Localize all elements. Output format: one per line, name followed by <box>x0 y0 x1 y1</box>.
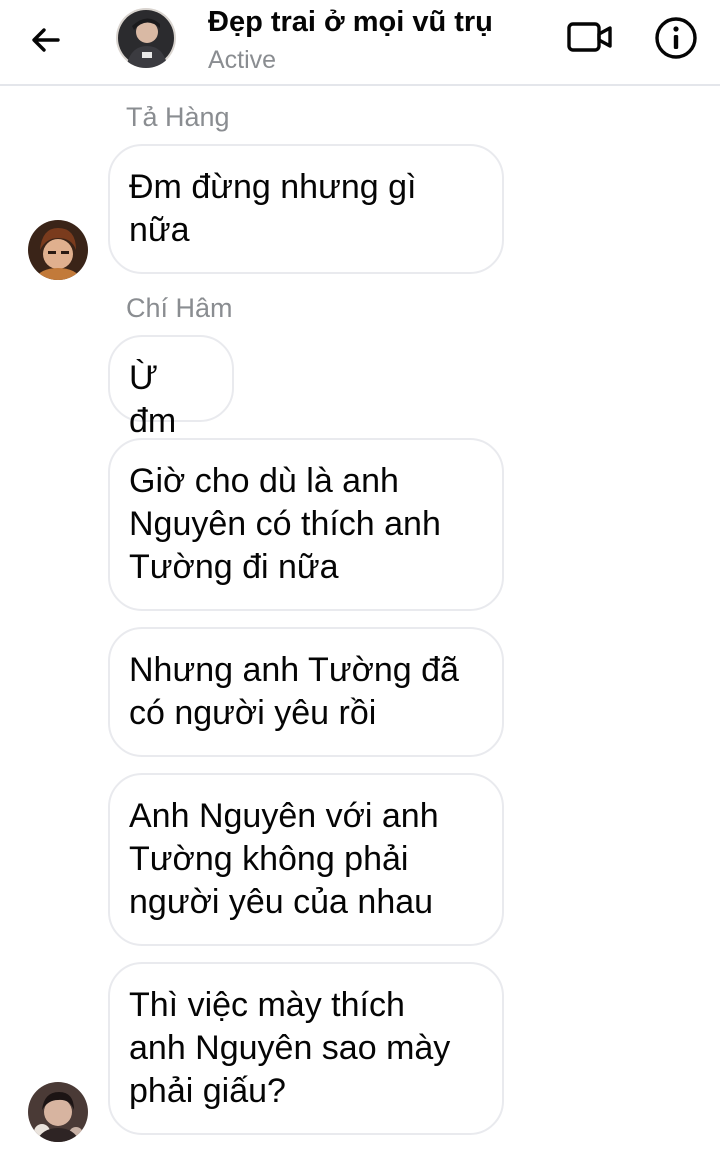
sender-name: Tả Hàng <box>126 102 230 132</box>
message-text: Anh Nguyên với anh Tường không phải ngườ… <box>129 797 439 921</box>
video-camera-icon <box>567 22 612 52</box>
message-text: Giờ cho dù là anh Nguyên có thích anh Tư… <box>129 462 441 586</box>
message-bubble[interactable]: Ừ đm <box>108 335 234 440</box>
message-bubble[interactable]: Đm đừng nhưng gì nữa <box>108 144 504 274</box>
message-text: Đm đừng nhưng gì nữa <box>129 168 417 249</box>
conversation-header: Đẹp trai ở mọi vũ trụ Active <box>0 0 720 86</box>
info-button[interactable] <box>652 14 700 62</box>
video-call-button[interactable] <box>566 18 616 58</box>
sender-name: Chí Hâm <box>126 293 233 323</box>
contact-avatar[interactable] <box>116 8 176 68</box>
info-icon <box>655 17 697 59</box>
message-text: Thì việc mày thích anh Nguyên sao mày ph… <box>129 986 451 1110</box>
arrow-left-icon <box>32 28 60 52</box>
sender-avatar[interactable] <box>28 220 88 280</box>
back-button[interactable] <box>20 18 72 62</box>
conversation-title: Đẹp trai ở mọi vũ trụ <box>208 6 493 38</box>
sender-avatar[interactable] <box>28 1082 88 1142</box>
message-bubble[interactable]: Anh Nguyên với anh Tường không phải ngườ… <box>108 773 504 946</box>
message-bubble[interactable]: Giờ cho dù là anh Nguyên có thích anh Tư… <box>108 438 504 611</box>
message-text: Ừ đm <box>129 359 177 440</box>
message-text: Nhưng anh Tường đã có người yêu rồi <box>129 651 459 732</box>
message-bubble[interactable]: Thì việc mày thích anh Nguyên sao mày ph… <box>108 962 504 1135</box>
message-bubble[interactable]: Nhưng anh Tường đã có người yêu rồi <box>108 627 504 757</box>
active-status: Active <box>208 46 277 74</box>
